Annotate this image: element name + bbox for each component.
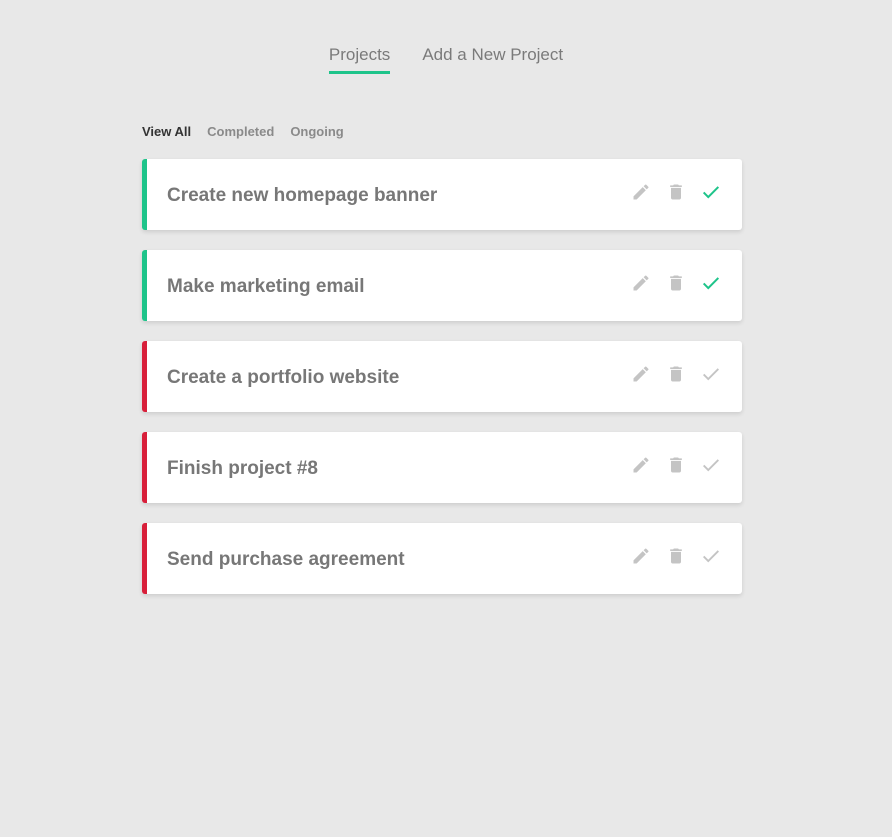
project-actions <box>630 181 722 203</box>
main-nav: Projects Add a New Project <box>0 44 892 74</box>
project-card: Create a portfolio website <box>142 341 742 412</box>
project-title: Create new homepage banner <box>167 184 438 206</box>
project-actions <box>630 272 722 294</box>
trash-icon[interactable] <box>665 363 687 385</box>
project-card: Make marketing email <box>142 250 742 321</box>
pencil-icon[interactable] <box>630 272 652 294</box>
pencil-icon[interactable] <box>630 454 652 476</box>
filter-completed[interactable]: Completed <box>207 124 274 140</box>
project-list: Create new homepage banner Make marketin… <box>142 159 742 614</box>
project-title: Create a portfolio website <box>167 366 400 388</box>
filter-ongoing[interactable]: Ongoing <box>290 124 343 140</box>
pencil-icon[interactable] <box>630 363 652 385</box>
trash-icon[interactable] <box>665 545 687 567</box>
project-card: Finish project #8 <box>142 432 742 503</box>
project-actions <box>630 454 722 476</box>
project-card: Send purchase agreement <box>142 523 742 594</box>
check-icon[interactable] <box>700 545 722 567</box>
check-icon[interactable] <box>700 181 722 203</box>
project-title: Send purchase agreement <box>167 548 405 570</box>
filter-view-all[interactable]: View All <box>142 124 191 140</box>
project-actions <box>630 545 722 567</box>
project-title: Make marketing email <box>167 275 365 297</box>
check-icon[interactable] <box>700 454 722 476</box>
pencil-icon[interactable] <box>630 181 652 203</box>
trash-icon[interactable] <box>665 181 687 203</box>
pencil-icon[interactable] <box>630 545 652 567</box>
trash-icon[interactable] <box>665 454 687 476</box>
project-card: Create new homepage banner <box>142 159 742 230</box>
check-icon[interactable] <box>700 363 722 385</box>
filter-bar: View All Completed Ongoing <box>142 124 344 140</box>
tab-add-new-project[interactable]: Add a New Project <box>422 44 563 74</box>
tab-projects[interactable]: Projects <box>328 44 391 74</box>
check-icon[interactable] <box>700 272 722 294</box>
project-actions <box>630 363 722 385</box>
trash-icon[interactable] <box>665 272 687 294</box>
project-title: Finish project #8 <box>167 457 318 479</box>
